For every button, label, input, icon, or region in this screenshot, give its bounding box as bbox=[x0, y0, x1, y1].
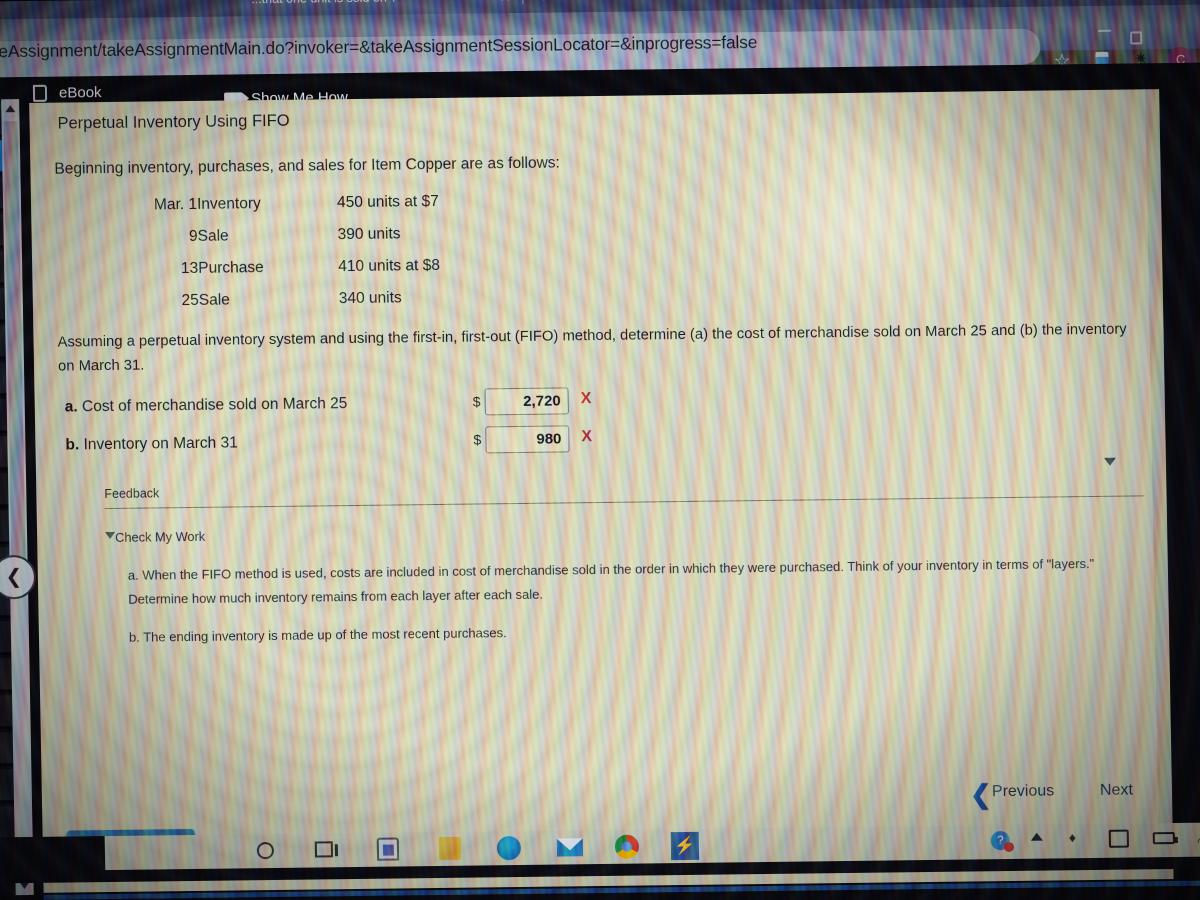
question-lead: Beginning inventory, purchases, and sale… bbox=[54, 154, 560, 178]
answer-label-b: Inventory on March 31 bbox=[83, 434, 238, 454]
scroll-up-arrow-icon[interactable] bbox=[5, 105, 16, 113]
table-row: 25 Sale 340 units bbox=[113, 280, 590, 318]
cell-amount: 340 units bbox=[338, 289, 402, 308]
assignment-content: Perpetual Inventory Using FIFO Beginning… bbox=[29, 89, 1174, 893]
cell-date: 13 bbox=[180, 259, 199, 278]
incorrect-mark-b: X bbox=[581, 428, 593, 446]
cell-amount: 410 units at $8 bbox=[338, 256, 441, 276]
close-icon[interactable]: ✕ bbox=[499, 0, 511, 5]
office-app-icon[interactable] bbox=[438, 836, 462, 860]
mail-icon[interactable] bbox=[556, 838, 584, 857]
next-button[interactable]: Next bbox=[1100, 782, 1133, 800]
collapse-panel-button[interactable]: ❮ bbox=[0, 554, 37, 600]
answer-prefix-b: b. bbox=[65, 436, 80, 454]
check-my-work-note-b: b. The ending inventory is made up of th… bbox=[128, 625, 507, 645]
show-hidden-icons-caret[interactable] bbox=[1030, 832, 1043, 841]
answer-row-a: a. Cost of merchandise sold on March 25 … bbox=[64, 387, 592, 416]
cell-amount: 450 units at $7 bbox=[336, 192, 439, 212]
ebook-button[interactable]: eBook bbox=[59, 84, 102, 102]
cell-amount: 390 units bbox=[337, 225, 401, 244]
screen-surface: ...that one unit is sold on ? ✕ + akeAss… bbox=[0, 0, 1200, 900]
onedrive-icon[interactable]: ♦ bbox=[1069, 829, 1085, 849]
check-my-work-note-a: a. When the FIFO method is used, costs a… bbox=[127, 555, 1095, 607]
currency-symbol-b: $ bbox=[473, 431, 482, 448]
answer-input-a[interactable]: 2,720 bbox=[484, 387, 569, 416]
previous-button[interactable]: Previous bbox=[992, 782, 1055, 801]
content-scrollbar[interactable] bbox=[1145, 89, 1174, 880]
search-icon[interactable] bbox=[256, 842, 275, 860]
rail-item[interactable] bbox=[0, 769, 15, 804]
screen-photo: ...that one unit is sold on ? ✕ + akeAss… bbox=[0, 0, 1200, 900]
feedback-label: Feedback bbox=[104, 486, 160, 502]
chevron-down-icon[interactable] bbox=[1103, 457, 1117, 466]
cell-desc: Sale bbox=[198, 291, 231, 309]
help-alert-icon[interactable]: ? bbox=[990, 831, 1011, 851]
new-tab-icon[interactable]: + bbox=[538, 0, 549, 7]
microsoft-store-icon[interactable] bbox=[376, 837, 400, 861]
rail-item[interactable] bbox=[0, 732, 14, 767]
incorrect-mark-a: X bbox=[580, 390, 592, 408]
chrome-browser-icon[interactable] bbox=[614, 834, 640, 859]
page-title: Perpetual Inventory Using FIFO bbox=[57, 111, 290, 133]
page-wrapper: eBook Show Me How ❮ Perpetual Inventory … bbox=[0, 62, 1200, 900]
display-settings-icon[interactable] bbox=[1108, 829, 1130, 848]
cell-date: 25 bbox=[181, 291, 199, 310]
window-maximize-icon[interactable] bbox=[1130, 31, 1143, 45]
feedback-divider bbox=[104, 495, 1145, 510]
question-instructions: Assuming a perpetual inventory system an… bbox=[57, 321, 1127, 376]
cell-date: 9 bbox=[188, 227, 198, 246]
battery-icon[interactable] bbox=[1152, 832, 1175, 845]
rail-item[interactable] bbox=[0, 621, 12, 656]
answer-prefix-a: a. bbox=[64, 398, 78, 416]
cell-date: Mar. 1 bbox=[153, 195, 198, 214]
system-tray: ? ♦ ◠ 🔈 1:18 AM 4/18/2021 bbox=[985, 821, 1200, 859]
rail-item[interactable] bbox=[0, 695, 13, 730]
window-minimize-icon[interactable] bbox=[1098, 29, 1112, 32]
blue-app-icon[interactable]: ⚡ bbox=[670, 831, 700, 861]
answer-label-a: Cost of merchandise sold on March 25 bbox=[81, 395, 348, 416]
cell-desc: Sale bbox=[197, 227, 229, 245]
edge-browser-icon[interactable] bbox=[496, 835, 522, 861]
currency-symbol-a: $ bbox=[472, 393, 481, 410]
answer-row-b: b. Inventory on March 31 $ 980 X bbox=[65, 425, 592, 454]
rail-item[interactable] bbox=[0, 658, 12, 693]
task-view-icon[interactable] bbox=[314, 841, 334, 858]
cell-desc: Inventory bbox=[196, 195, 261, 213]
inventory-table: Mar. 1 Inventory 450 units at $7 9 Sale … bbox=[111, 184, 589, 318]
check-my-work-heading[interactable]: Check My Work bbox=[115, 529, 205, 545]
answer-input-b[interactable]: 980 bbox=[485, 425, 570, 454]
chevron-left-icon[interactable]: ❮ bbox=[970, 779, 992, 810]
book-icon bbox=[32, 84, 48, 102]
collapse-triangle-icon[interactable] bbox=[105, 531, 116, 540]
rail-item[interactable] bbox=[0, 806, 15, 841]
cell-desc: Purchase bbox=[198, 259, 264, 277]
tab-separator bbox=[522, 0, 524, 4]
